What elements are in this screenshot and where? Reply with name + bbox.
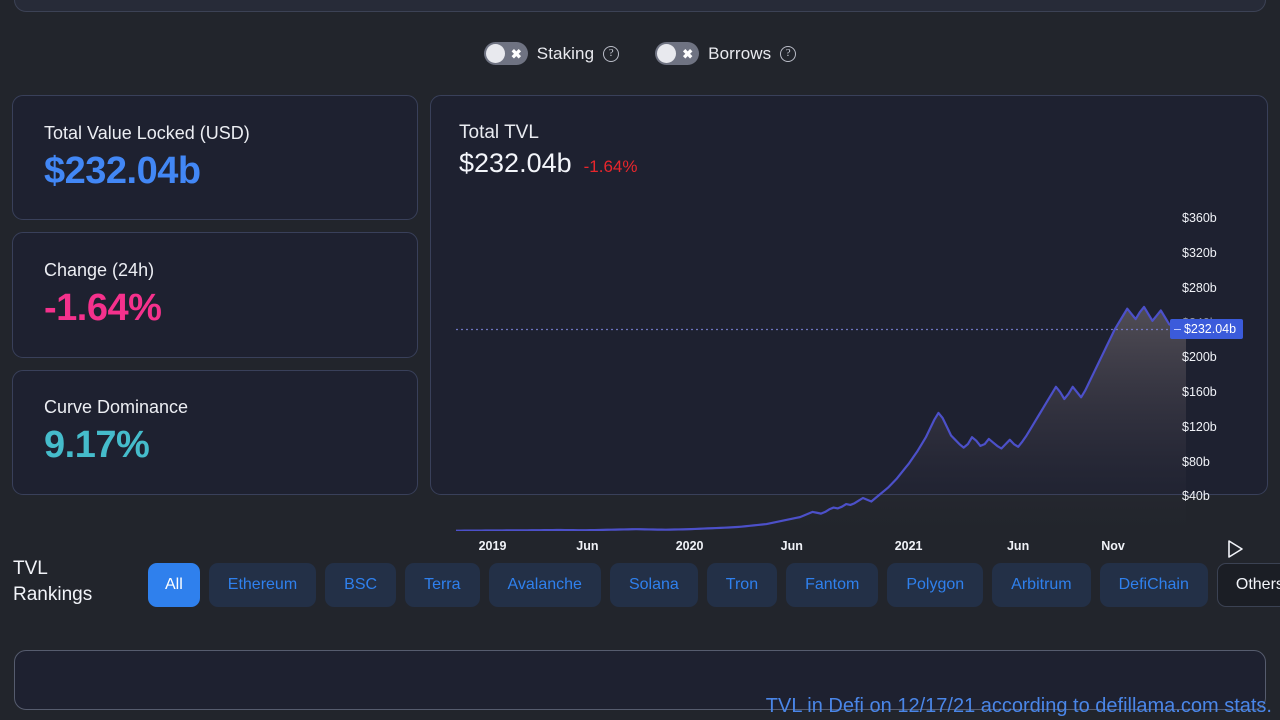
stat-title: Total Value Locked (USD) [44,122,250,143]
play-icon[interactable] [1225,538,1245,565]
stat-title: Change (24h) [44,259,155,280]
x-axis-tick: Jun [780,539,803,553]
rankings-title-line2: Rankings [13,584,93,605]
chart-y-axis: $40b$80b$120b$160b$200b$240b$280b$320b$3… [1162,211,1257,519]
chain-chip-terra[interactable]: Terra [405,563,480,607]
x-axis-tick: 2019 [478,539,507,553]
x-axis-tick: Jun [1006,539,1030,553]
question-circle-icon[interactable]: ? [780,45,797,62]
stats-column: Total Value Locked (USD) $232.04b Change… [12,95,418,495]
toggle-borrows[interactable]: ✖ Borrows ? [655,42,797,65]
chain-chip-fantom[interactable]: Fantom [786,563,879,607]
top-partial-panel [14,0,1266,12]
stat-value: $232.04b [44,149,201,192]
y-axis-tick: $40b [1182,489,1210,504]
staking-switch[interactable]: ✖ [483,42,528,65]
staking-label: Staking [536,43,595,63]
chart-plot-area[interactable] [456,201,1186,531]
chain-filter-chips: All Ethereum BSC Terra Avalanche Solana Tron Fa… [148,563,1280,607]
chart-change: -1.64% [583,157,638,176]
y-axis-highlight-tooltip: – $232.04b [1170,319,1244,340]
stat-card-tvl: Total Value Locked (USD) $232.04b [12,95,418,221]
stat-card-change: Change (24h) -1.64% [12,232,418,358]
chain-chip-ethereum[interactable]: Ethereum [208,563,317,607]
y-axis-tick: $200b [1182,350,1217,365]
tvl-rankings-label: TVL Rankings [13,556,133,608]
switch-knob [657,44,677,63]
y-axis-tick: $280b [1182,280,1217,295]
chart-title: Total TVL [459,122,539,143]
question-circle-icon[interactable]: ? [603,45,620,62]
dash-marker: – [1174,322,1181,337]
stat-card-curve-dominance: Curve Dominance 9.17% [12,369,418,495]
caption-text: TVL in Defi on 12/17/21 according to def… [765,695,1272,717]
rankings-title-line1: TVL [13,558,48,579]
chain-chip-solana[interactable]: Solana [609,563,698,607]
x-axis-tick: Nov [1101,539,1125,553]
switch-knob [485,44,505,63]
x-icon: ✖ [510,46,522,61]
x-axis-tick: Jun [576,539,599,553]
y-axis-tick: $80b [1182,454,1210,469]
chart-header: Total TVL $232.04b -1.64% [459,122,638,179]
stat-value: 9.17% [44,424,150,467]
highlight-value: $232.04b [1183,322,1237,337]
chain-chip-all[interactable]: All [148,563,200,607]
x-icon: ✖ [682,46,694,61]
tvl-area-chart [456,305,1186,531]
borrows-label: Borrows [708,43,772,63]
x-axis-tick: 2020 [675,539,704,553]
chart-x-axis: 2019 Jun 2020 Jun 2021 Jun Nov [456,539,1186,559]
chain-chip-arbitrum[interactable]: Arbitrum [992,563,1091,607]
chain-chip-tron[interactable]: Tron [706,563,778,607]
chain-chip-avalanche[interactable]: Avalanche [488,563,601,607]
y-axis-tick: $320b [1182,246,1217,261]
chain-chip-defichain[interactable]: DefiChain [1099,563,1208,607]
others-label: Others [1235,576,1280,593]
others-dropdown[interactable]: Others [1216,563,1280,607]
x-axis-tick: 2021 [894,539,923,553]
y-axis-tick: $360b [1182,211,1217,226]
stat-value: -1.64% [44,286,162,329]
chain-chip-polygon[interactable]: Polygon [887,563,984,607]
stat-title: Curve Dominance [44,397,189,418]
page-root: ✖ Staking ? ✖ Borrows ? Total Value Lock… [0,0,1280,720]
y-axis-tick: $120b [1182,419,1217,434]
borrows-switch[interactable]: ✖ [655,42,700,65]
y-axis-tick: $160b [1182,385,1217,400]
toggle-row: ✖ Staking ? ✖ Borrows ? [0,42,1280,65]
chain-chip-bsc[interactable]: BSC [325,563,397,607]
toggle-staking[interactable]: ✖ Staking ? [483,42,620,65]
chart-value: $232.04b [459,148,572,178]
tvl-chart-card: Total TVL $232.04b -1.64% $40b $80b $120… [430,95,1268,558]
